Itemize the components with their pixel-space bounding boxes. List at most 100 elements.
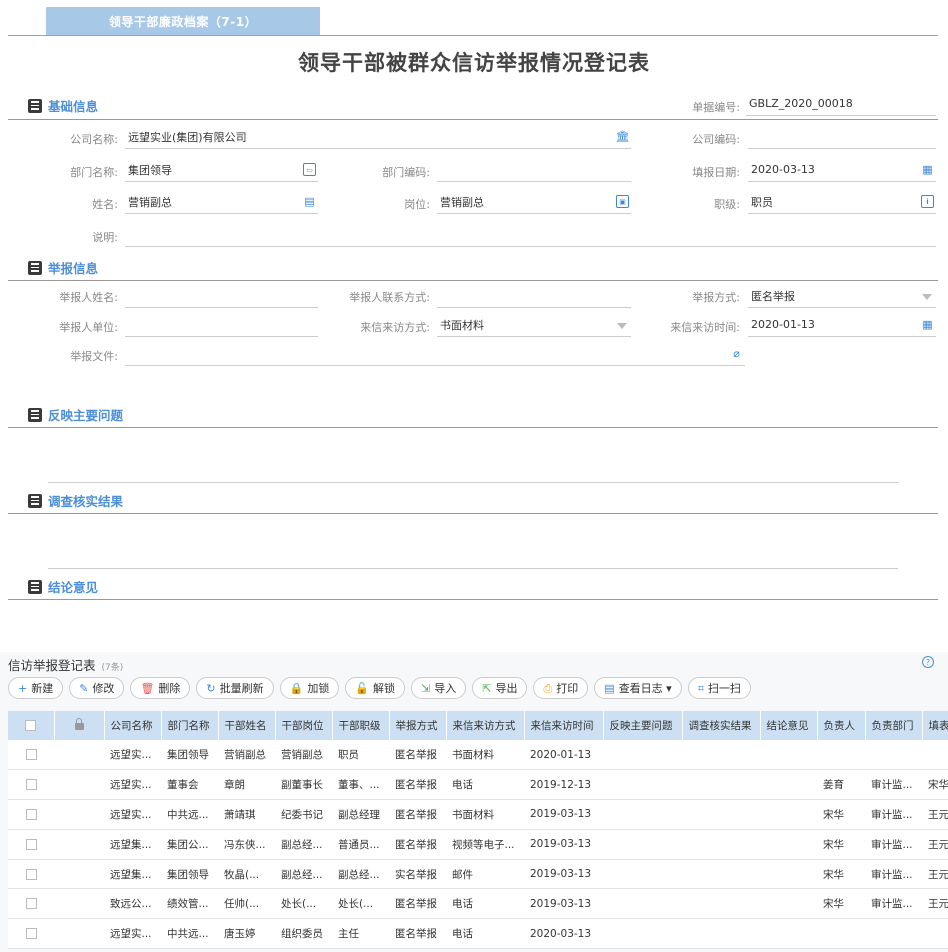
print-button[interactable]: ⎙ 打印 bbox=[533, 677, 589, 699]
table-row[interactable]: 远望集... 集团公... 冯东侠... 副总经... 普通员... 匿名举报 视频等电子.… bbox=[8, 829, 948, 860]
view-log-button[interactable]: ▤ 查看日志 ▾ bbox=[594, 677, 682, 699]
new-button[interactable]: + 新建 bbox=[8, 677, 64, 699]
company-code-field[interactable] bbox=[748, 125, 936, 149]
reporter-contact-field[interactable] bbox=[437, 284, 631, 308]
calendar-icon[interactable]: ▦ bbox=[921, 318, 934, 331]
visit-method-select[interactable]: 书面材料 bbox=[437, 313, 631, 337]
row-checkbox[interactable] bbox=[25, 838, 37, 850]
bank-icon[interactable]: 🏛 bbox=[616, 130, 630, 143]
id-card-icon[interactable]: ▣ bbox=[616, 195, 629, 208]
table-cell: 宋华 bbox=[922, 769, 948, 801]
name-field[interactable]: 营销副总 ▤ bbox=[125, 190, 318, 214]
note-field[interactable] bbox=[125, 223, 936, 247]
section-basic-title: 基础信息 bbox=[48, 99, 99, 114]
table-row[interactable]: 致远公... 绩效管... 任帅(... 处长(... 处长(... 匿名举报 电话 2019… bbox=[8, 888, 948, 920]
company-name-field[interactable]: 远望实业(集团)有限公司 🏛 bbox=[125, 125, 631, 149]
table-cell: 匿名举报 bbox=[389, 740, 446, 771]
column-header[interactable]: 来信来访时间 bbox=[524, 711, 604, 740]
row-checkbox[interactable] bbox=[25, 749, 37, 761]
list-count: (7条) bbox=[101, 663, 124, 673]
export-button[interactable]: ⇱ 导出 bbox=[472, 677, 528, 699]
row-checkbox[interactable] bbox=[25, 868, 37, 880]
calendar-icon[interactable]: ▦ bbox=[921, 163, 934, 176]
chevron-down-icon[interactable] bbox=[922, 294, 932, 300]
archive-tab[interactable]: 领导干部廉政档案（7-1） bbox=[46, 7, 320, 35]
report-file-field[interactable]: ⌀ bbox=[125, 342, 745, 366]
row-checkbox-cell bbox=[8, 769, 54, 801]
issues-textarea[interactable] bbox=[48, 482, 898, 483]
table-cell: 视频等电子... bbox=[446, 829, 524, 860]
lock-button[interactable]: 🔒 加锁 bbox=[279, 677, 340, 699]
investigation-textarea[interactable] bbox=[48, 568, 898, 569]
column-header[interactable]: 来信来访方式 bbox=[446, 711, 525, 740]
column-header[interactable]: 结论意见 bbox=[760, 711, 818, 740]
batch-refresh-icon: ↻ bbox=[206, 681, 216, 695]
row-checkbox[interactable] bbox=[25, 928, 37, 940]
visit-method-value: 书面材料 bbox=[440, 318, 484, 332]
section-issues-divider bbox=[8, 427, 938, 428]
table-row[interactable]: 远望实... 中共远... 唐玉婷 组织委员 主任 匿名举报 电话 2020-03-13 bbox=[8, 918, 948, 950]
reporter-name-field[interactable] bbox=[125, 284, 318, 308]
name-value: 营销副总 bbox=[128, 195, 172, 209]
contact-icon[interactable]: ▤ bbox=[303, 195, 316, 208]
delete-button[interactable]: 🗑 删除 bbox=[130, 677, 191, 699]
rank-value: 职员 bbox=[751, 195, 773, 209]
column-header[interactable]: 调查核实结果 bbox=[682, 711, 761, 740]
column-header[interactable]: 举报方式 bbox=[389, 711, 447, 740]
paperclip-icon[interactable]: ⌀ bbox=[730, 347, 743, 360]
info-icon[interactable]: i bbox=[921, 195, 934, 208]
section-basic: 基础信息 bbox=[28, 96, 98, 115]
row-checkbox[interactable] bbox=[25, 779, 37, 791]
fill-date-field[interactable]: 2020-03-13 ▦ bbox=[748, 158, 936, 182]
table-row[interactable]: 远望实... 中共远... 萧靖琪 纪委书记 副总经理 匿名举报 书面材料 2019-03-1… bbox=[8, 799, 948, 830]
dept-name-label: 部门名称: bbox=[70, 166, 118, 179]
column-header[interactable]: 干部姓名 bbox=[218, 711, 276, 740]
import-button[interactable]: ⇲ 导入 bbox=[411, 677, 467, 699]
column-header[interactable]: 反映主要问题 bbox=[603, 711, 683, 740]
table-cell bbox=[760, 888, 817, 920]
edit-button[interactable]: ✎ 修改 bbox=[69, 677, 125, 699]
table-row[interactable]: 远望集... 集团领导 牧晶(... 副总经... 副总经... 实名举报 邮件 2019-0… bbox=[8, 859, 948, 890]
report-method-select[interactable]: 匿名举报 bbox=[748, 284, 936, 308]
table-cell bbox=[682, 888, 760, 920]
row-checkbox[interactable] bbox=[25, 808, 37, 820]
dept-name-field[interactable]: 集团领导 ▭ bbox=[125, 158, 318, 182]
list-header: 信访举报登记表 (7条) bbox=[8, 655, 123, 674]
position-field[interactable]: 营销副总 ▣ bbox=[437, 190, 631, 214]
table-cell: 董事会 bbox=[161, 769, 218, 801]
org-icon[interactable]: ▭ bbox=[303, 163, 316, 176]
column-header[interactable]: 填表 bbox=[922, 711, 948, 740]
table-cell bbox=[682, 769, 760, 801]
dept-code-field[interactable] bbox=[437, 158, 631, 182]
scan-button[interactable]: ⌗ 扫一扫 bbox=[687, 677, 751, 699]
list-icon bbox=[28, 260, 42, 275]
rank-field[interactable]: 职员 i bbox=[748, 190, 936, 214]
archive-tab-label: 领导干部廉政档案（7-1） bbox=[108, 14, 258, 29]
row-checkbox[interactable] bbox=[25, 898, 37, 910]
table-row[interactable]: 远望实... 集团领导 营销副总 营销副总 职员 匿名举报 书面材料 2020-01-13 bbox=[8, 740, 948, 771]
edit-label: 修改 bbox=[92, 682, 115, 695]
reporter-unit-field[interactable] bbox=[125, 313, 318, 337]
batch-refresh-button[interactable]: ↻ 批量刷新 bbox=[196, 677, 274, 699]
unlock-button[interactable]: 🔓 解锁 bbox=[345, 677, 406, 699]
column-header[interactable]: 负责部门 bbox=[865, 711, 923, 740]
help-icon[interactable]: ? bbox=[922, 656, 934, 668]
column-header[interactable]: 公司名称 bbox=[104, 711, 162, 740]
column-header[interactable]: 负责人 bbox=[817, 711, 866, 740]
column-header[interactable]: 干部职级 bbox=[332, 711, 390, 740]
table-cell: 匿名举报 bbox=[389, 888, 446, 920]
column-header[interactable]: 部门名称 bbox=[161, 711, 219, 740]
chevron-down-icon[interactable] bbox=[617, 323, 627, 329]
table-body: 远望实... 集团领导 营销副总 营销副总 职员 匿名举报 书面材料 2020-01-13 远望… bbox=[8, 740, 948, 950]
column-header[interactable]: 干部岗位 bbox=[275, 711, 333, 740]
export-icon: ⇱ bbox=[482, 681, 492, 695]
table-row[interactable]: 远望实... 董事会 章朗 副董事长 董事、... 匿名举报 电话 2019-12-13 姜育审… bbox=[8, 769, 948, 801]
visit-time-field[interactable]: 2020-01-13 ▦ bbox=[748, 313, 936, 337]
select-all-checkbox[interactable] bbox=[25, 720, 37, 731]
table-cell: 远望实... bbox=[104, 769, 161, 801]
table-cell bbox=[603, 918, 682, 950]
table-cell: 宋华 bbox=[817, 859, 865, 890]
table-cell: 姜育 bbox=[817, 769, 865, 801]
table-cell bbox=[603, 829, 682, 860]
table-cell: 审计监... bbox=[865, 799, 922, 830]
